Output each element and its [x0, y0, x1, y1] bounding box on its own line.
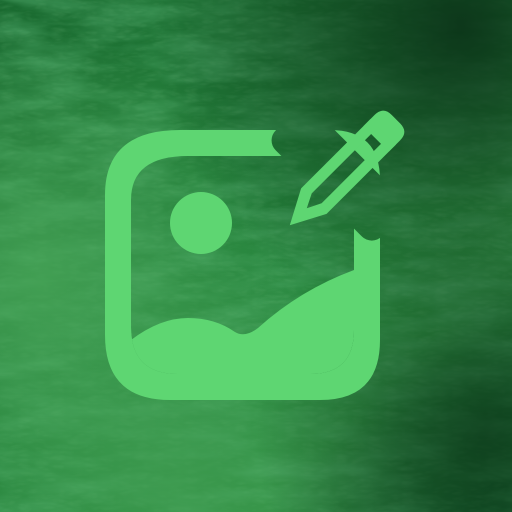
pencil	[289, 110, 405, 226]
image-edit-icon	[105, 110, 405, 400]
app-icon	[0, 0, 512, 512]
mountain-landscape	[131, 270, 354, 374]
sun-circle	[170, 192, 232, 254]
